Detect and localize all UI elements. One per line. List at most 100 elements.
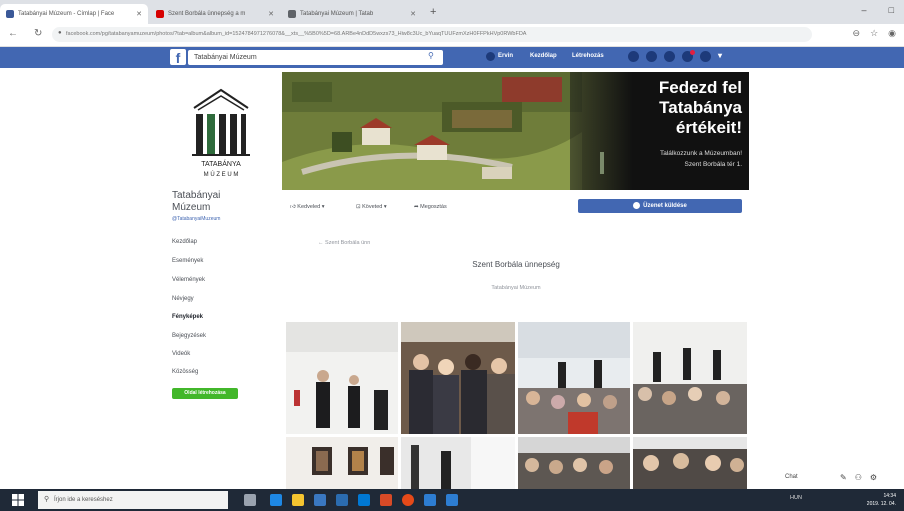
logo-text-bottom: M Ú Z E U M (204, 171, 239, 178)
tray-date: 2019. 12. 04. (866, 501, 896, 507)
account-menu-icon[interactable] (700, 51, 711, 62)
new-message-icon[interactable]: ✎ (840, 473, 847, 482)
sidebar-item-reviews[interactable]: Vélemények (172, 277, 205, 283)
outlook-icon[interactable] (358, 494, 370, 506)
breadcrumb[interactable]: ← Szent Borbála ünn (318, 240, 370, 246)
browser-tab-2[interactable]: Szent Borbála ünnepség a m ✕ (150, 4, 280, 24)
tab-label: Tatabányai Múzeum - Címlap | Face (18, 11, 115, 17)
profile-icon[interactable]: ◉ (888, 28, 896, 39)
follow-button[interactable]: ⊡ Követed ▾ (356, 204, 387, 210)
browser-tab-1[interactable]: Tatabányai Múzeum - Címlap | Face ✕ (0, 4, 148, 24)
album-photo-5[interactable] (286, 437, 398, 489)
store-icon[interactable] (314, 494, 326, 506)
url-bar[interactable]: facebook.com/pg/tatabanyamuzeum/photos/?… (52, 27, 812, 42)
contacts-icon[interactable]: ⚇ (855, 473, 862, 482)
chrome-icon[interactable] (402, 494, 414, 506)
windows-start-icon[interactable] (12, 494, 24, 506)
page-title: Tatabányai Múzeum (172, 190, 220, 214)
tray-language[interactable]: HUN (790, 495, 802, 501)
close-tab-icon[interactable]: ✕ (410, 10, 416, 18)
new-tab-button[interactable]: + (430, 6, 436, 18)
nav-profile[interactable]: Ervin (498, 53, 513, 59)
thumbs-up-icon: 👍︎ (290, 204, 296, 210)
page-handle[interactable]: @TatabanyaiMuzeum (172, 216, 220, 222)
sidebar-item-videos[interactable]: Videók (172, 351, 190, 357)
avatar[interactable] (486, 52, 495, 61)
mail-icon[interactable] (336, 494, 348, 506)
share-button[interactable]: ➦ Megosztás (414, 204, 447, 210)
file-explorer-icon[interactable] (292, 494, 304, 506)
notifications-icon[interactable] (664, 51, 675, 62)
maximize-button[interactable]: □ (889, 5, 894, 15)
zoom-icon[interactable]: ⊖ (853, 28, 861, 39)
lock-icon: ● (58, 30, 62, 36)
museum-logo: TATABÁNYA M Ú Z E U M (192, 88, 250, 178)
word-icon[interactable] (424, 494, 436, 506)
close-tab-icon[interactable]: ✕ (136, 10, 142, 18)
browser-tab-strip: Tatabányai Múzeum - Címlap | Face ✕ Szen… (0, 0, 904, 24)
facebook-search-input[interactable]: Tatabányai Múzeum (188, 50, 443, 65)
cover-headline-line3: értékeit! (675, 118, 742, 137)
chat-label[interactable]: Chat (785, 474, 798, 480)
album-photo-6[interactable] (401, 437, 515, 489)
messenger-icon[interactable] (646, 51, 657, 62)
album-photo-2[interactable] (401, 322, 515, 434)
follow-label: Követed (362, 204, 383, 210)
cover-headline-line2: Tatabánya (659, 98, 742, 117)
cover-subtext-line1: Találkozzunk a Múzeumban! (659, 150, 742, 157)
reload-icon[interactable]: ↻ (34, 28, 42, 39)
friend-requests-icon[interactable] (628, 51, 639, 62)
search-icon: ⚲ (44, 496, 50, 503)
messenger-icon (633, 201, 641, 209)
tray-clock[interactable]: 14:34 2019. 12. 04. (867, 492, 896, 508)
sidebar-item-home[interactable]: Kezdőlap (172, 239, 197, 245)
album-photo-7[interactable] (518, 437, 630, 489)
settings-gear-icon[interactable]: ⚙ (870, 473, 877, 482)
sidebar-item-about[interactable]: Névjegy (172, 296, 194, 302)
create-page-button[interactable]: Oldal létrehozása (172, 388, 238, 399)
sidebar-item-events[interactable]: Események (172, 258, 203, 264)
logo-text-top: TATABÁNYA (201, 159, 241, 168)
browser-tab-3[interactable]: Tatabányai Múzeum | Tatab ✕ (282, 4, 422, 24)
youtube-favicon-icon (156, 10, 164, 18)
close-tab-icon[interactable]: ✕ (268, 10, 274, 18)
album-subtitle[interactable]: Tatabányai Múzeum (430, 285, 602, 291)
back-arrow-icon[interactable]: ← (8, 28, 18, 39)
window-controls: – □ (862, 5, 894, 15)
album-photo-1[interactable] (286, 322, 398, 434)
page-title-line2: Múzeum (172, 202, 211, 213)
task-view-icon[interactable] (244, 494, 256, 506)
edge-browser-icon[interactable] (270, 494, 282, 506)
minimize-button[interactable]: – (862, 5, 867, 15)
tab-label: Szent Borbála ünnepség a m (168, 11, 246, 17)
send-message-label: Üzenet küldése (643, 203, 687, 209)
media-player-icon[interactable] (380, 494, 392, 506)
tray-time: 14:34 (883, 493, 896, 499)
facebook-favicon-icon (6, 10, 14, 18)
facebook-logo-icon[interactable]: f (170, 49, 186, 66)
sidebar-item-posts[interactable]: Bejegyzések (172, 333, 206, 339)
dropdown-chevron-icon[interactable]: ▾ (718, 51, 722, 60)
app-icon[interactable] (446, 494, 458, 506)
nav-home[interactable]: Kezdőlap (530, 53, 557, 59)
page-title-line1: Tatabányai (172, 190, 221, 201)
cover-subtext-line2: Szent Borbála tér 1. (684, 161, 742, 168)
follow-icon: ⊡ (356, 204, 361, 210)
cover-headline-line1: Fedezd fel (658, 78, 742, 97)
sidebar-item-photos[interactable]: Fényképek (172, 314, 203, 320)
cover-subtext: Találkozzunk a Múzeumban! Szent Borbála … (590, 148, 742, 170)
sidebar-item-community[interactable]: Közösség (172, 369, 198, 375)
taskbar-search-input[interactable]: Írjon ide a kereséshez (38, 491, 228, 509)
nav-create[interactable]: Létrehozás (572, 53, 604, 59)
like-button[interactable]: 👍︎ Kedveled ▾ (290, 204, 325, 210)
share-label: Megosztás (420, 204, 447, 210)
send-message-button[interactable]: Üzenet küldése (578, 199, 742, 213)
album-photo-4[interactable] (633, 322, 747, 434)
notification-badge (690, 50, 695, 55)
search-icon[interactable]: ⚲ (428, 51, 434, 60)
album-title: Szent Borbála ünnepség (472, 260, 560, 269)
cover-headline: Fedezd fel Tatabánya értékeit! (630, 78, 742, 138)
album-photo-3[interactable] (518, 322, 630, 434)
album-photo-8[interactable] (633, 437, 747, 489)
bookmark-star-icon[interactable]: ☆ (870, 28, 878, 39)
